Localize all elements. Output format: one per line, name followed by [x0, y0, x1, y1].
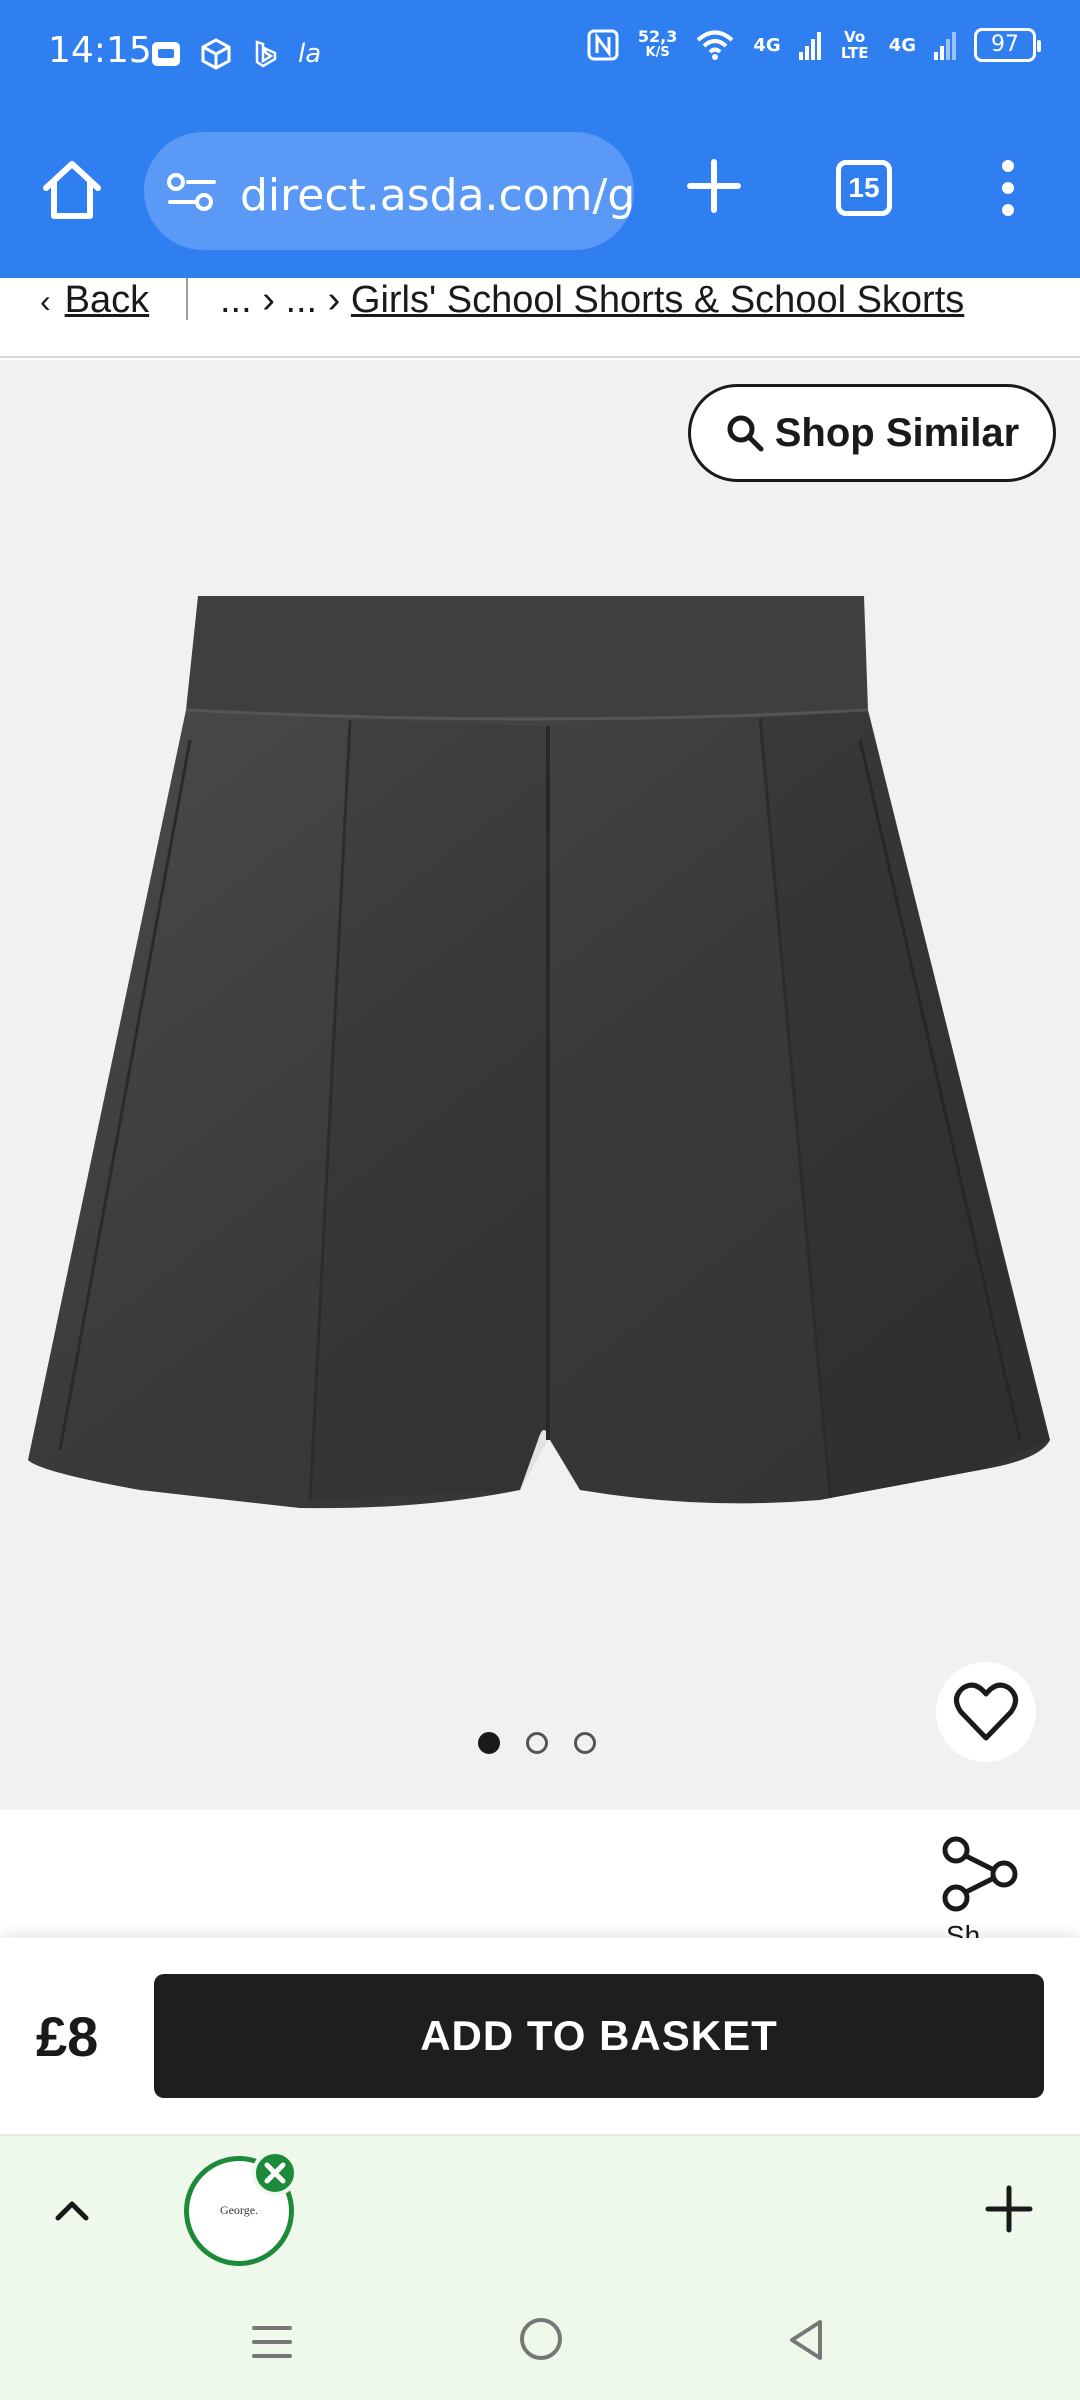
status-bar: 14:15 la 52,3 K/S 4G Vo LTE 4G 97: [0, 0, 1080, 110]
shop-similar-button[interactable]: Shop Similar: [688, 384, 1056, 482]
breadcrumb-back[interactable]: ‹ Back: [40, 278, 149, 323]
pagination-dot-1[interactable]: [478, 1732, 500, 1754]
shop-similar-label: Shop Similar: [774, 410, 1020, 455]
breadcrumb-trail: ... › ... › Girls' School Shorts & Schoo…: [220, 278, 964, 322]
site-settings-icon[interactable]: [166, 172, 218, 212]
battery-level: 97: [991, 32, 1019, 57]
signal-icon: [798, 32, 821, 60]
add-to-basket-bar: £8 ADD TO BASKET: [0, 1938, 1080, 2134]
home-nav-button[interactable]: [520, 2318, 562, 2360]
message-icon: [152, 42, 180, 66]
add-to-basket-button[interactable]: ADD TO BASKET: [154, 1974, 1044, 2098]
system-nav-bar: [0, 2280, 1080, 2400]
add-tab-to-group-icon[interactable]: [984, 2184, 1034, 2234]
nfc-icon: [587, 29, 619, 61]
more-options-icon[interactable]: [996, 158, 1020, 218]
status-system-icons: 52,3 K/S 4G Vo LTE 4G 97: [586, 28, 1041, 62]
back-link[interactable]: Back: [65, 279, 149, 321]
battery-indicator: 97: [974, 28, 1041, 62]
url-text: direct.asda.com/g: [240, 170, 634, 221]
tab-favicon-label: George.: [219, 2203, 259, 2217]
network-4g-label: 4G: [753, 34, 781, 56]
volte-label: Vo LTE: [840, 28, 869, 62]
wifi-icon: [697, 30, 734, 60]
browser-toolbar: direct.asda.com/g 15: [0, 110, 1080, 278]
cube-icon: [201, 38, 231, 70]
status-notification-icons: la: [150, 34, 321, 74]
breadcrumb-divider: [186, 278, 188, 320]
chevron-left-icon: ‹: [40, 283, 51, 319]
share-icon[interactable]: [940, 1834, 1020, 1914]
home-icon[interactable]: [38, 156, 106, 224]
pagination-dot-2[interactable]: [526, 1732, 548, 1754]
share-row: Sh: [0, 1810, 1080, 1938]
chevron-up-icon[interactable]: [50, 2188, 94, 2232]
favourite-button[interactable]: [936, 1662, 1036, 1762]
tab-group-bar: George.: [0, 2134, 1080, 2280]
breadcrumb-current-category[interactable]: Girls' School Shorts & School Skorts: [351, 279, 964, 321]
status-time: 14:15: [48, 30, 152, 71]
product-image-gallery[interactable]: Shop Similar: [0, 360, 1080, 1810]
share-label[interactable]: Sh: [946, 1920, 980, 1938]
recent-apps-icon[interactable]: [250, 2322, 294, 2362]
close-icon: [264, 2162, 286, 2184]
product-image: [28, 596, 1050, 1509]
signal-icon-2: [934, 32, 956, 60]
tab-count: 15: [848, 172, 880, 203]
network-speed-value: 52,3: [637, 27, 678, 46]
product-price: £8: [36, 2005, 99, 2068]
network-4g-label-2: 4G: [888, 34, 916, 56]
la-icon: la: [298, 39, 322, 69]
image-pagination: [478, 1732, 596, 1754]
breadcrumb: ‹ Back ... › ... › Girls' School Shorts &…: [0, 278, 1080, 358]
tab-switcher-button[interactable]: 15: [836, 160, 892, 216]
bing-icon: [255, 40, 277, 68]
breadcrumb-ellipsis[interactable]: ... › ... ›: [220, 279, 340, 321]
new-tab-icon[interactable]: [686, 158, 742, 214]
back-nav-icon[interactable]: [786, 2318, 826, 2362]
search-icon: [727, 415, 764, 452]
address-bar[interactable]: direct.asda.com/g: [144, 132, 634, 250]
pagination-dot-3[interactable]: [574, 1732, 596, 1754]
network-speed-unit: K/S: [645, 45, 670, 60]
heart-icon: [954, 1682, 1018, 1741]
network-speed: 52,3 K/S: [638, 29, 677, 61]
close-tab-button[interactable]: [252, 2150, 298, 2196]
